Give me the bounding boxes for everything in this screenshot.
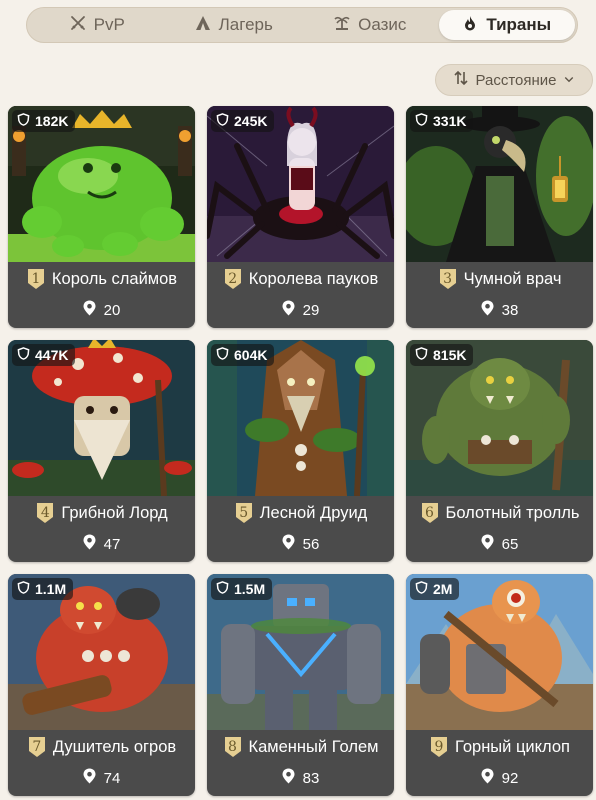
tyrant-name: Душитель огров	[52, 737, 177, 756]
tyrant-card[interactable]: 331K 3 Чумной врач 38	[406, 106, 593, 328]
tyrant-card[interactable]: 2M 9 Горный циклоп 92	[406, 574, 593, 796]
sort-dropdown[interactable]: Расстояние	[435, 64, 593, 96]
power-badge: 1.1M	[12, 578, 74, 600]
tab-pvp[interactable]: PvP	[29, 10, 166, 40]
power-value: 1.1M	[35, 581, 67, 597]
power-value: 447K	[35, 347, 69, 363]
shield-icon	[415, 581, 428, 597]
rank-number: 1	[31, 271, 41, 287]
tyrant-card[interactable]: 245K 2 Королева пауков 29	[207, 106, 394, 328]
distance-value: 29	[302, 301, 320, 319]
location-pin-icon	[282, 300, 295, 320]
tab-label: PvP	[93, 15, 125, 34]
rank-number: 6	[425, 505, 434, 521]
location-pin-icon	[282, 768, 295, 788]
rank-number: 3	[443, 271, 453, 287]
tyrant-card[interactable]: 604K 5 Лесной Друид 56	[207, 340, 394, 562]
distance-value: 56	[302, 535, 320, 553]
rank-badge: 8	[223, 735, 243, 759]
tab-oasis[interactable]: Оазис	[302, 10, 439, 40]
tyrant-name: Каменный Голем	[248, 737, 379, 756]
power-value: 245K	[234, 113, 268, 129]
power-value: 331K	[433, 113, 467, 129]
camp-tent-icon	[195, 15, 211, 36]
distance-value: 74	[103, 769, 121, 787]
palm-tree-icon	[334, 15, 350, 36]
distance-value: 65	[501, 535, 519, 553]
rank-badge: 9	[429, 735, 449, 759]
sort-label: Расстояние	[475, 71, 557, 89]
power-badge: 1.5M	[211, 578, 273, 600]
tyrant-name: Горный циклоп	[455, 737, 570, 756]
rank-number: 7	[32, 739, 42, 755]
power-badge: 604K	[211, 344, 275, 366]
fire-drop-icon	[462, 15, 478, 36]
chevron-down-icon	[563, 72, 575, 89]
shield-icon	[415, 347, 428, 363]
shield-icon	[415, 113, 428, 129]
tab-tyrants[interactable]: Тираны	[438, 10, 575, 40]
shield-icon	[17, 581, 30, 597]
distance-value: 92	[501, 769, 519, 787]
shield-icon	[216, 347, 229, 363]
power-value: 604K	[234, 347, 268, 363]
location-pin-icon	[481, 300, 494, 320]
crossed-swords-icon	[70, 15, 86, 36]
rank-badge: 2	[223, 267, 243, 291]
location-pin-icon	[282, 534, 295, 554]
rank-number: 5	[239, 505, 249, 521]
tab-label: Тираны	[486, 15, 552, 34]
power-value: 2M	[433, 581, 453, 597]
location-pin-icon	[481, 768, 494, 788]
tab-label: Оазис	[358, 15, 407, 34]
tyrant-name: Лесной Друид	[259, 503, 368, 522]
power-value: 1.5M	[234, 581, 266, 597]
location-pin-icon	[83, 300, 96, 320]
shield-icon	[216, 113, 229, 129]
rank-badge: 1	[26, 267, 46, 291]
tyrant-card[interactable]: 447K 4 Грибной Лорд 47	[8, 340, 195, 562]
power-badge: 447K	[12, 344, 76, 366]
tyrant-name: Королева пауков	[248, 269, 379, 288]
rank-badge: 4	[35, 501, 55, 525]
rank-number: 8	[228, 739, 237, 755]
rank-badge: 7	[27, 735, 47, 759]
tab-camp[interactable]: Лагерь	[166, 10, 303, 40]
location-pin-icon	[83, 534, 96, 554]
power-badge: 815K	[410, 344, 474, 366]
shield-icon	[17, 113, 30, 129]
tyrant-name: Чумной врач	[463, 269, 562, 288]
rank-number: 9	[434, 739, 444, 755]
tyrant-name: Грибной Лорд	[61, 503, 168, 522]
distance-value: 20	[103, 301, 121, 319]
tyrant-name: Король слаймов	[51, 269, 178, 288]
tyrant-name: Болотный тролль	[445, 503, 580, 522]
tab-bar: PvP Лагерь Оазис Тираны	[26, 7, 578, 43]
tab-label: Лагерь	[218, 15, 273, 34]
shield-icon	[216, 581, 229, 597]
rank-number: 4	[40, 505, 50, 521]
tyrant-card[interactable]: 1.5M 8 Каменный Голем 83	[207, 574, 394, 796]
power-badge: 182K	[12, 110, 76, 132]
tyrant-card[interactable]: 815K 6 Болотный тролль 65	[406, 340, 593, 562]
distance-value: 47	[103, 535, 121, 553]
power-value: 182K	[35, 113, 69, 129]
distance-value: 83	[302, 769, 320, 787]
sort-arrows-icon	[453, 70, 469, 90]
shield-icon	[17, 347, 30, 363]
rank-number: 2	[228, 271, 238, 287]
tyrant-card[interactable]: 1.1M 7 Душитель огров 74	[8, 574, 195, 796]
power-value: 815K	[433, 347, 467, 363]
tyrant-grid: 182K 1 Король слаймов 20 245K 2 Королева…	[8, 106, 593, 796]
power-badge: 245K	[211, 110, 275, 132]
tyrant-card[interactable]: 182K 1 Король слаймов 20	[8, 106, 195, 328]
power-badge: 331K	[410, 110, 474, 132]
distance-value: 38	[501, 301, 519, 319]
location-pin-icon	[481, 534, 494, 554]
rank-badge: 6	[420, 501, 440, 525]
location-pin-icon	[83, 768, 96, 788]
power-badge: 2M	[410, 578, 460, 600]
rank-badge: 3	[438, 267, 458, 291]
rank-badge: 5	[234, 501, 254, 525]
